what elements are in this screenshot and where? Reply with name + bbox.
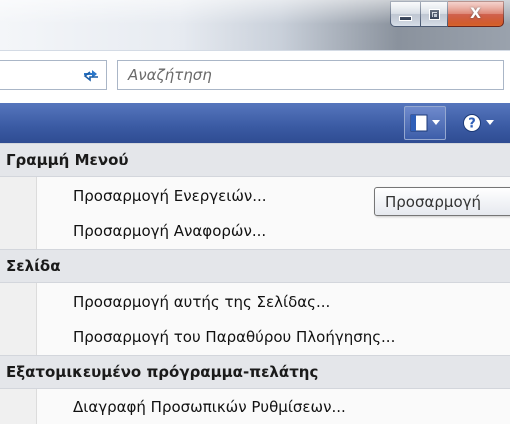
refresh-button[interactable] <box>78 61 103 88</box>
chevron-down-icon <box>432 120 440 125</box>
menu-section-header: Εξατομικευμένο πρόγραμμα-πελάτης <box>0 355 510 389</box>
search-placeholder: Αναζήτηση <box>128 66 212 84</box>
layout-button[interactable] <box>404 106 446 140</box>
navigation-bar: Αναζήτηση <box>0 50 510 103</box>
layout-icon <box>410 114 428 132</box>
tooltip: Προσαρμογή <box>374 187 510 216</box>
minimize-icon <box>400 17 411 20</box>
title-bar: X <box>0 0 510 50</box>
refresh-icon <box>83 69 98 82</box>
close-icon: X <box>470 6 481 22</box>
menu-item-customize-reports[interactable]: Προσαρμογή Αναφορών... <box>0 213 510 248</box>
chevron-down-icon <box>486 120 494 125</box>
tooltip-text: Προσαρμογή <box>385 192 481 211</box>
search-input[interactable]: Αναζήτηση <box>117 60 504 90</box>
help-icon: ? <box>463 114 481 132</box>
maximize-button[interactable] <box>420 1 448 27</box>
window-controls: X <box>390 1 504 27</box>
menu-item-customize-this-page[interactable]: Προσαρμογή αυτής της Σελίδας... <box>0 284 510 319</box>
menu-section-header: Σελίδα <box>0 249 510 283</box>
svg-text:?: ? <box>468 117 476 132</box>
help-button[interactable]: ? <box>462 110 510 136</box>
close-button[interactable]: X <box>448 1 504 27</box>
menu-item-customize-navigation-pane[interactable]: Προσαρμογή του Παραθύρου Πλοήγησης... <box>0 319 510 354</box>
restore-icon <box>429 9 439 19</box>
minimize-button[interactable] <box>390 1 420 27</box>
customize-menu: Γραμμή Μενού Προσαρμογή Ενεργειών... Προ… <box>0 143 510 424</box>
menu-item-clear-personal-settings[interactable]: Διαγραφή Προσωπικών Ρυθμίσεων... <box>0 390 510 424</box>
menu-section-header: Γραμμή Μενού <box>0 143 510 177</box>
